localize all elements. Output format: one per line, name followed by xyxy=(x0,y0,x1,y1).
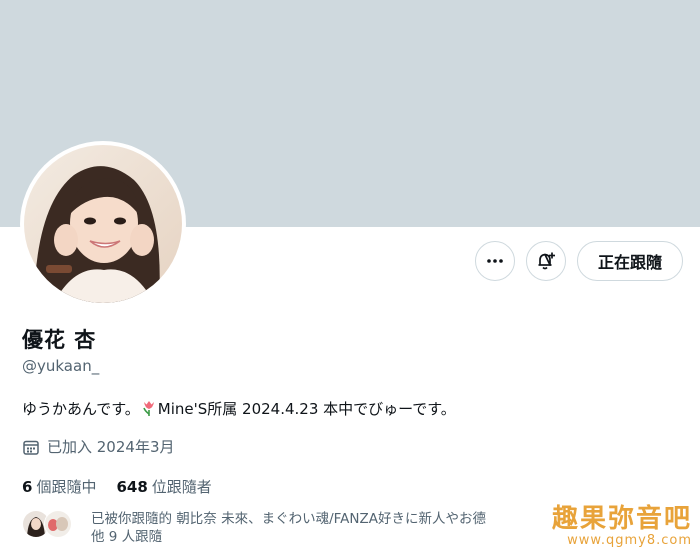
bio-text-start: ゆうかあんです。 xyxy=(22,400,140,418)
tulip-icon xyxy=(141,399,157,421)
followers-label: 位跟隨者 xyxy=(151,478,212,496)
following-count: 6 xyxy=(22,478,33,496)
profile-actions: 正在跟隨 xyxy=(474,241,683,281)
known-followers-line2: 他 9 人跟隨 xyxy=(91,529,163,545)
site-watermark: 趣果弥音吧 www.qgmy8.com xyxy=(522,498,692,548)
bio-text-end: Mine'S所属 2024.4.23 本中でびゅーです。 xyxy=(157,400,456,418)
followers-count: 648 xyxy=(116,478,148,496)
calendar-icon xyxy=(23,440,39,455)
known-follower-avatar xyxy=(44,510,72,538)
watermark-url: www.qgmy8.com xyxy=(567,533,692,548)
following-button-label: 正在跟隨 xyxy=(597,253,662,272)
known-followers-line1: 已被你跟隨的 朝比奈 未來、まぐわい魂/FANZA好きに新人やお德 xyxy=(91,511,486,527)
notify-button[interactable] xyxy=(525,241,566,281)
profile-bio: ゆうかあんです。 Mine'S所属 2024.4.23 本中でびゅーです。 xyxy=(22,398,456,421)
join-date-text: 已加入 2024年3月 xyxy=(47,438,175,456)
known-followers-avatars xyxy=(22,510,82,538)
watermark-title: 趣果弥音吧 xyxy=(551,504,692,534)
followers-link[interactable]: 648 位跟隨者 xyxy=(116,476,211,497)
known-followers[interactable]: 已被你跟隨的 朝比奈 未來、まぐわい魂/FANZA好きに新人やお德 他 9 人跟… xyxy=(22,510,521,546)
user-handle: @yukaan_ xyxy=(22,357,100,375)
avatar[interactable] xyxy=(24,145,182,303)
following-label: 個跟隨中 xyxy=(36,478,97,496)
known-followers-text: 已被你跟隨的 朝比奈 未來、まぐわい魂/FANZA好きに新人やお德 他 9 人跟… xyxy=(91,510,521,546)
following-button[interactable]: 正在跟隨 xyxy=(576,241,683,281)
following-link[interactable]: 6 個跟隨中 xyxy=(22,476,96,497)
bell-plus-icon xyxy=(538,252,555,270)
avatar-frame xyxy=(20,141,186,307)
join-date: 已加入 2024年3月 xyxy=(22,436,175,457)
more-button[interactable] xyxy=(474,241,515,281)
more-horizontal-icon xyxy=(487,259,503,263)
display-name: 優花 杏 xyxy=(22,328,97,352)
follow-stats: 6 個跟隨中 648 位跟隨者 xyxy=(22,476,212,497)
